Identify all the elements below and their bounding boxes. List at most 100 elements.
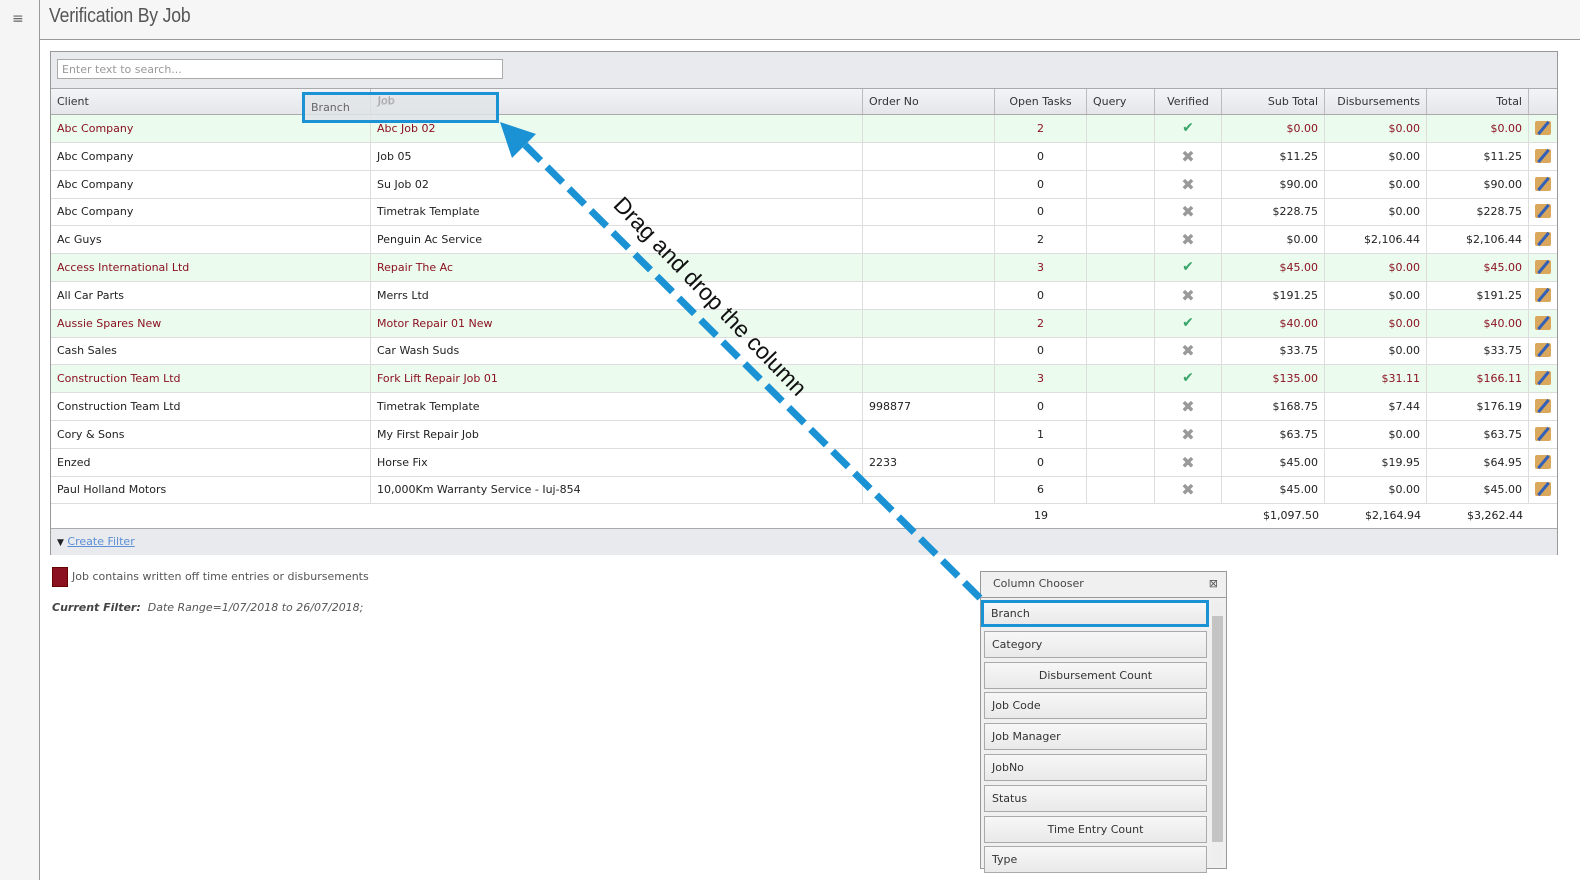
edit-job-button[interactable]: [1529, 115, 1557, 142]
grid-toolbar: [51, 52, 1557, 88]
cell-total: $176.19: [1427, 393, 1529, 420]
filter-bar: ▼ Create Filter: [51, 529, 1557, 555]
cell-query: [1087, 365, 1155, 393]
cell-order-no: [863, 170, 995, 198]
table-row[interactable]: Abc Company Su Job 02 0 ✖ $90.00 $0.00 $90.00: [51, 170, 1557, 199]
table-row[interactable]: Access International Ltd Repair The Ac 3 ✔ $…: [51, 254, 1557, 282]
cell-client: Enzed: [51, 448, 371, 476]
cell-total: $0.00: [1427, 115, 1529, 142]
column-chooser-item[interactable]: Category: [984, 630, 1207, 658]
edit-job-button[interactable]: [1529, 171, 1557, 198]
edit-job-button[interactable]: [1529, 310, 1557, 337]
cell-total: $228.75: [1427, 198, 1529, 226]
cross-icon: ✖: [1181, 424, 1195, 444]
verification-grid: ClientJobOrder NoOpen TasksQueryVerified…: [50, 51, 1558, 555]
table-row[interactable]: Ac Guys Penguin Ac Service 2 ✖ $0.00 $2,106.4…: [51, 226, 1557, 255]
edit-job-button[interactable]: [1529, 393, 1557, 420]
edit-job-button[interactable]: [1529, 365, 1557, 392]
column-chooser-header[interactable]: Column Chooser ⊠: [981, 572, 1226, 598]
cell-open-tasks: 0: [995, 337, 1087, 365]
column-chooser-item[interactable]: Status: [984, 784, 1207, 812]
edit-job-button[interactable]: [1529, 337, 1557, 364]
edit-job-button[interactable]: [1529, 449, 1557, 476]
column-header-query[interactable]: Query: [1087, 89, 1155, 114]
edit-job-button[interactable]: [1529, 476, 1557, 503]
cell-order-no: [863, 420, 995, 448]
cell-open-tasks: 0: [995, 281, 1087, 309]
table-row[interactable]: Abc Company Abc Job 02 2 ✔ $0.00 $0.00 $0.00: [51, 115, 1557, 143]
cell-query: [1087, 281, 1155, 309]
close-icon[interactable]: ⊠: [1209, 572, 1218, 596]
cell-query: [1087, 309, 1155, 337]
cross-icon: ✖: [1181, 146, 1195, 166]
edit-job-button[interactable]: [1529, 226, 1557, 253]
cell-client: Cash Sales: [51, 337, 371, 365]
column-header-disbursements[interactable]: Disbursements: [1325, 89, 1427, 114]
cell-open-tasks: 1: [995, 420, 1087, 448]
create-filter-link[interactable]: Create Filter: [67, 535, 134, 548]
table-row[interactable]: Cory & Sons My First Repair Job 1 ✖ $63.75 $0…: [51, 420, 1557, 449]
cell-disbursements: $19.95: [1325, 448, 1427, 476]
edit-job-button[interactable]: [1529, 143, 1557, 170]
table-row[interactable]: Abc Company Job 05 0 ✖ $11.25 $0.00 $11.25: [51, 142, 1557, 171]
cell-query: [1087, 198, 1155, 226]
page-title: Verification By Job: [49, 5, 191, 27]
search-input[interactable]: [57, 59, 503, 79]
cell-verified: ✖: [1155, 420, 1222, 448]
table-row[interactable]: Aussie Spares New Motor Repair 01 New 2 ✔ $4…: [51, 309, 1557, 338]
cell-sub-total: $45.00: [1222, 254, 1325, 281]
cell-job: Penguin Ac Service: [371, 226, 863, 254]
cell-sub-total: $0.00: [1222, 226, 1325, 254]
cell-disbursements: $0.00: [1325, 309, 1427, 337]
cell-job: Repair The Ac: [371, 254, 863, 281]
table-row[interactable]: Abc Company Timetrak Template 0 ✖ $228.75 $0.…: [51, 198, 1557, 227]
edit-job-button[interactable]: [1529, 421, 1557, 448]
cell-open-tasks: 6: [995, 476, 1087, 504]
cell-disbursements: $0.00: [1325, 281, 1427, 309]
cell-disbursements: $0.00: [1325, 337, 1427, 365]
cell-total: $64.95: [1427, 448, 1529, 476]
edit-icon: [1535, 148, 1551, 163]
column-chooser-item[interactable]: Branch: [981, 600, 1209, 627]
column-header-order-no[interactable]: Order No: [863, 89, 995, 114]
scrollbar[interactable]: [1212, 602, 1223, 866]
column-header-total[interactable]: Total: [1427, 89, 1529, 114]
hamburger-menu-icon[interactable]: ≡: [12, 12, 26, 26]
edit-job-button[interactable]: [1529, 254, 1557, 281]
column-chooser-item[interactable]: Type: [984, 846, 1207, 874]
cross-icon: ✖: [1181, 285, 1195, 305]
column-chooser-item[interactable]: Job Manager: [984, 723, 1207, 751]
column-header-open-tasks[interactable]: Open Tasks: [995, 89, 1087, 114]
cell-sub-total: $0.00: [1222, 115, 1325, 142]
cell-query: [1087, 448, 1155, 476]
cell-verified: ✖: [1155, 142, 1222, 170]
column-chooser-item[interactable]: Time Entry Count: [984, 815, 1207, 843]
cell-sub-total: $228.75: [1222, 198, 1325, 226]
edit-icon: [1535, 260, 1551, 274]
cell-job: Horse Fix: [371, 448, 863, 476]
edit-icon: [1535, 204, 1551, 219]
cell-query: [1087, 115, 1155, 142]
column-chooser-item[interactable]: Job Code: [984, 692, 1207, 720]
table-row[interactable]: Paul Holland Motors 10,000Km Warranty Ser…: [51, 476, 1557, 505]
column-header-verified[interactable]: Verified: [1155, 89, 1222, 114]
cell-order-no: [863, 476, 995, 504]
table-row[interactable]: All Car Parts Merrs Ltd 0 ✖ $191.25 $0.00 $191…: [51, 281, 1557, 310]
current-filter-value: Date Range=1/07/2018 to 26/07/2018;: [147, 601, 364, 614]
scrollbar-thumb[interactable]: [1212, 616, 1223, 842]
table-row[interactable]: Cash Sales Car Wash Suds 0 ✖ $33.75 $0.00 $33.…: [51, 337, 1557, 366]
column-chooser-item[interactable]: Disbursement Count: [984, 661, 1207, 689]
edit-icon: [1535, 371, 1551, 386]
edit-job-button[interactable]: [1529, 198, 1557, 225]
edit-job-button[interactable]: [1529, 282, 1557, 309]
cell-client: Construction Team Ltd: [51, 393, 371, 420]
header-row: ClientJobOrder NoOpen TasksQueryVerified…: [51, 88, 1557, 115]
table-row[interactable]: Enzed Horse Fix 2233 0 ✖ $45.00 $19.95 $64.95: [51, 448, 1557, 477]
cell-order-no: [863, 254, 995, 281]
column-chooser-item[interactable]: JobNo: [984, 754, 1207, 781]
dragged-column-header[interactable]: Branch: [302, 92, 499, 123]
cell-verified: ✖: [1155, 198, 1222, 226]
column-header-sub-total[interactable]: Sub Total: [1222, 89, 1325, 114]
cell-client: Paul Holland Motors: [51, 476, 371, 504]
cell-verified: ✔: [1155, 115, 1222, 142]
